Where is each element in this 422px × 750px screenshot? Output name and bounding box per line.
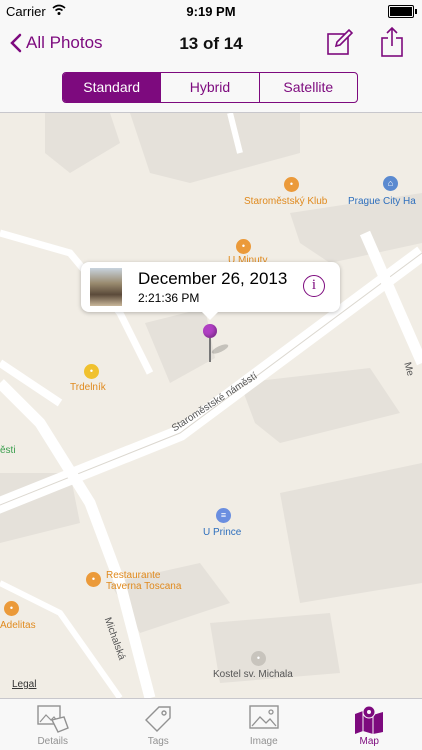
tab-bar: Details Tags Image Map <box>0 698 422 750</box>
image-icon <box>249 705 279 729</box>
back-button[interactable]: All Photos <box>10 33 103 53</box>
clock: 9:19 PM <box>186 4 236 19</box>
restaurant-icon: • <box>284 177 299 192</box>
map-type-segmented-control: Standard Hybrid Satellite <box>62 72 358 103</box>
segment-standard[interactable]: Standard <box>63 73 161 102</box>
restaurant-icon: • <box>236 239 251 254</box>
poi-u-prince[interactable]: U Prince <box>203 527 241 538</box>
tag-icon <box>145 706 171 732</box>
city-hall-icon: ⌂ <box>383 176 398 191</box>
map-view[interactable]: • Staroměstský Klub ⌂ Prague City Ha • U… <box>0 113 422 698</box>
edit-icon[interactable] <box>326 28 354 56</box>
status-bar: Carrier 9:19 PM <box>0 0 422 22</box>
share-icon[interactable] <box>380 26 404 58</box>
callout-tail <box>201 311 219 320</box>
navigation-bar: All Photos 13 of 14 <box>0 22 422 68</box>
bakery-icon: • <box>84 364 99 379</box>
map-type-bar: Standard Hybrid Satellite <box>0 68 422 113</box>
segment-hybrid[interactable]: Hybrid <box>160 73 258 102</box>
hotel-icon: ≡ <box>216 508 231 523</box>
photo-location-callout[interactable]: December 26, 2013 2:21:36 PM i <box>81 262 340 320</box>
back-label: All Photos <box>26 33 103 52</box>
photo-thumbnail[interactable] <box>90 268 122 306</box>
info-icon[interactable]: i <box>303 275 325 297</box>
photo-date: December 26, 2013 <box>138 269 288 288</box>
poi-restaurante-line1[interactable]: Restaurante <box>106 570 160 581</box>
map-icon <box>355 705 384 734</box>
pin-stick <box>209 338 211 362</box>
poi-restaurante-line2[interactable]: Taverna Toscana <box>106 581 181 592</box>
tab-details-label: Details <box>37 736 69 747</box>
church-icon: • <box>251 651 266 666</box>
tab-tags-label: Tags <box>147 736 169 747</box>
tab-tags[interactable]: Tags <box>106 699 212 750</box>
tab-image-label: Image <box>249 736 278 747</box>
details-photo-tag-icon <box>37 705 69 733</box>
poi-staromestsky-klub[interactable]: Staroměstský Klub <box>244 196 327 207</box>
restaurant-icon: • <box>4 601 19 616</box>
tab-details[interactable]: Details <box>0 699 106 750</box>
chevron-left-icon <box>10 33 22 53</box>
tab-image[interactable]: Image <box>211 699 317 750</box>
tab-map[interactable]: Map <box>317 699 422 750</box>
segment-satellite[interactable]: Satellite <box>258 73 357 102</box>
poi-prague-city-hall[interactable]: Prague City Ha <box>348 196 416 207</box>
battery-icon <box>388 5 417 18</box>
poi-trdelnik[interactable]: Trdelník <box>70 382 106 393</box>
restaurant-icon: • <box>86 572 101 587</box>
poi-adelitas[interactable]: Adelitas <box>0 620 36 631</box>
page-title: 13 of 14 <box>179 34 243 53</box>
poi-kostel-sv-michala[interactable]: Kostel sv. Michala <box>213 669 293 680</box>
photo-time: 2:21:36 PM <box>138 291 200 305</box>
location-pin-icon[interactable] <box>203 324 217 338</box>
legal-link[interactable]: Legal <box>12 679 36 690</box>
poi-mesti-edge: ěsti <box>0 445 16 456</box>
tab-map-label: Map <box>359 736 379 747</box>
